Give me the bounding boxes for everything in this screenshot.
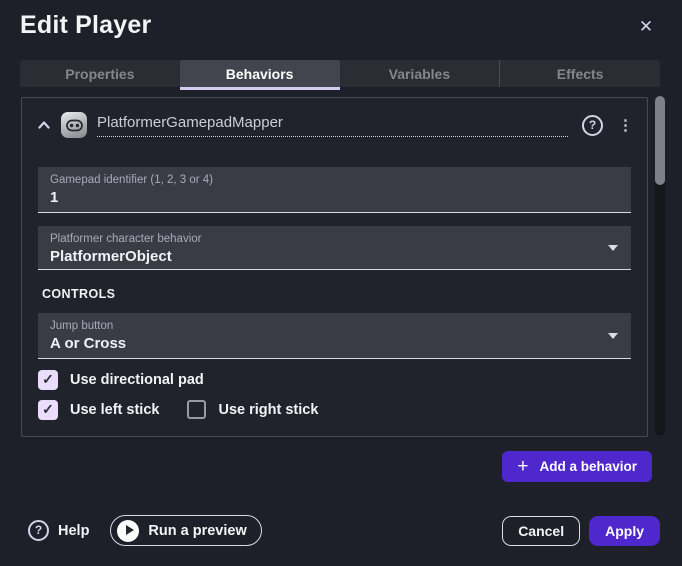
help-icon: ? (28, 520, 49, 541)
tab-behaviors-label: Behaviors (226, 66, 294, 82)
character-behavior-value: PlatformerObject (50, 247, 619, 266)
character-behavior-select[interactable]: Platformer character behavior Platformer… (38, 226, 631, 270)
chevron-down-icon (608, 245, 618, 251)
gamepad-identifier-value: 1 (50, 188, 619, 207)
cancel-label: Cancel (518, 523, 564, 539)
add-behavior-label: Add a behavior (539, 459, 637, 474)
run-preview-label: Run a preview (148, 523, 246, 539)
right-stick-label[interactable]: Use right stick (218, 402, 318, 418)
close-icon[interactable]: ✕ (635, 16, 657, 38)
footer-bar: ? Help Run a preview Cancel Apply (28, 515, 660, 546)
left-stick-label[interactable]: Use left stick (70, 402, 159, 418)
jump-button-label: Jump button (50, 319, 619, 333)
directional-pad-checkbox[interactable]: ✓ (38, 370, 58, 390)
behavior-menu-icon[interactable]: ⋮ (618, 117, 633, 134)
gamepad-identifier-field[interactable]: Gamepad identifier (1, 2, 3 or 4) 1 (38, 167, 631, 213)
cancel-button[interactable]: Cancel (502, 516, 580, 546)
tab-variables-label: Variables (389, 66, 451, 82)
behavior-header: PlatformerGamepadMapper ? ⋮ (36, 110, 633, 140)
tab-variables[interactable]: Variables (340, 60, 500, 87)
left-stick-checkbox[interactable]: ✓ (38, 400, 58, 420)
run-preview-button[interactable]: Run a preview (110, 515, 261, 546)
controls-section-label: CONTROLS (42, 287, 631, 301)
tab-behaviors[interactable]: Behaviors (180, 60, 340, 87)
apply-label: Apply (605, 523, 644, 539)
jump-button-select[interactable]: Jump button A or Cross (38, 313, 631, 359)
plus-icon: + (517, 457, 528, 476)
chevron-up-icon[interactable] (36, 117, 52, 133)
gamepad-identifier-label: Gamepad identifier (1, 2, 3 or 4) (50, 173, 619, 187)
tab-properties-label: Properties (65, 66, 134, 82)
page-title: Edit Player (20, 11, 151, 40)
jump-button-value: A or Cross (50, 334, 619, 353)
behavior-help-icon[interactable]: ? (582, 115, 603, 136)
directional-pad-label[interactable]: Use directional pad (70, 372, 204, 388)
character-behavior-label: Platformer character behavior (50, 232, 619, 246)
gamepad-icon (61, 112, 87, 138)
directional-pad-row: ✓ Use directional pad (38, 369, 631, 390)
tab-bar: Properties Behaviors Variables Effects (20, 60, 660, 87)
scrollbar-thumb[interactable] (655, 96, 665, 185)
edit-player-dialog: Edit Player ✕ Properties Behaviors Varia… (0, 0, 682, 566)
behavior-name-input[interactable]: PlatformerGamepadMapper (97, 114, 568, 137)
tab-properties[interactable]: Properties (20, 60, 180, 87)
chevron-down-icon (608, 333, 618, 339)
add-behavior-button[interactable]: + Add a behavior (502, 451, 652, 482)
apply-button[interactable]: Apply (589, 516, 660, 546)
help-button[interactable]: ? Help (28, 520, 89, 541)
play-icon (117, 520, 139, 542)
behavior-card: PlatformerGamepadMapper ? ⋮ Gamepad iden… (21, 97, 648, 437)
right-stick-checkbox[interactable] (187, 400, 206, 419)
tab-effects-label: Effects (557, 66, 604, 82)
scrollbar-track[interactable] (655, 96, 665, 436)
help-label: Help (58, 523, 89, 539)
sticks-row: ✓ Use left stick Use right stick (38, 399, 631, 420)
tab-effects[interactable]: Effects (499, 60, 660, 87)
